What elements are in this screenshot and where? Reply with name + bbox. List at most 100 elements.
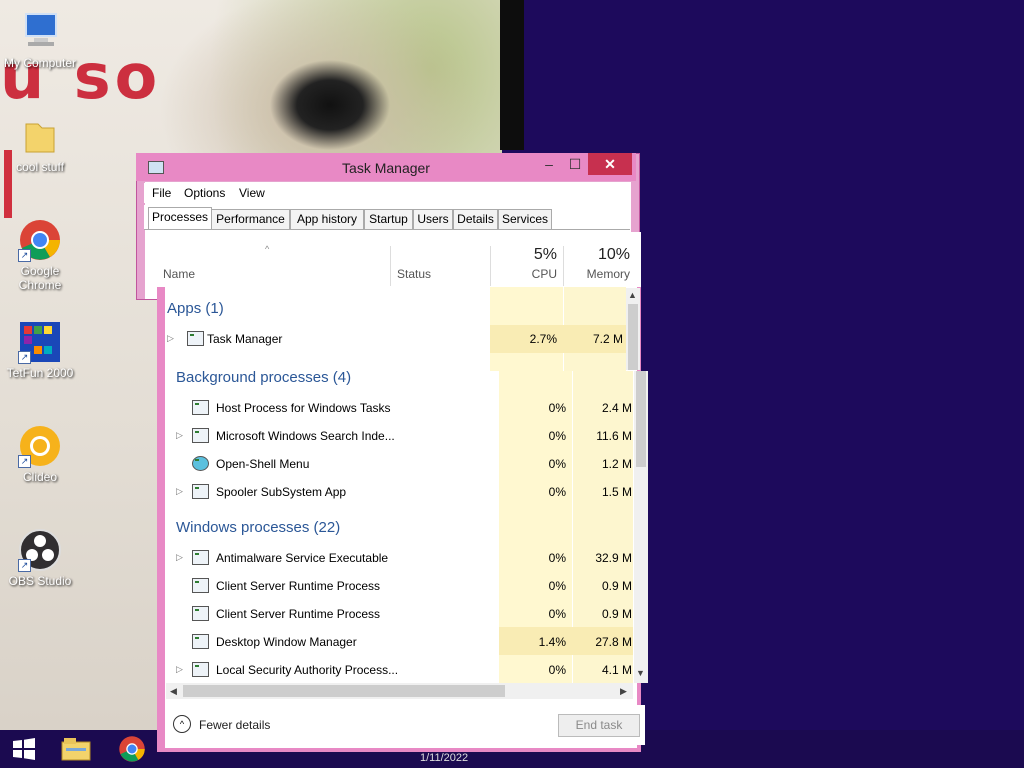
- scroll-down-icon[interactable]: ▼: [636, 668, 645, 678]
- table-row[interactable]: ▷ Spooler SubSystem App 0% 1.5 M: [176, 478, 636, 506]
- file-explorer-icon: [61, 738, 91, 761]
- table-row[interactable]: Client Server Runtime Process 0% 0.9 M: [176, 600, 636, 628]
- tab-bar: Processes Performance App history Startu…: [144, 205, 630, 230]
- process-memory: 11.6 M: [596, 429, 632, 443]
- minimize-button[interactable]: –: [536, 153, 562, 175]
- column-name[interactable]: Name: [163, 267, 195, 281]
- chrome-icon: ↗: [18, 218, 62, 262]
- host-process-icon: [192, 400, 209, 415]
- group-background-processes[interactable]: Background processes (4): [176, 369, 351, 386]
- tab-details[interactable]: Details: [453, 209, 498, 229]
- vertical-scrollbar-thumb[interactable]: [636, 371, 646, 467]
- menu-options[interactable]: Options: [184, 186, 225, 200]
- process-icon: [192, 662, 209, 677]
- shortcut-arrow-icon: ↗: [18, 559, 31, 572]
- close-button[interactable]: ✕: [588, 153, 632, 175]
- expand-arrow-icon[interactable]: ▷: [176, 486, 183, 497]
- desktop-icon-tetfun-2000[interactable]: ↗ TetFun 2000: [0, 320, 80, 380]
- taskbar-clock[interactable]: 1/11/2022: [420, 752, 468, 764]
- process-name: Client Server Runtime Process: [216, 579, 381, 593]
- desktop-icon-label: TetFun 2000: [6, 366, 74, 380]
- table-row[interactable]: ▷ Microsoft Windows Search Inde... 0% 11…: [176, 422, 636, 450]
- table-header: ^ Name Status 5% CPU 10% Memory: [157, 232, 641, 287]
- process-name: Microsoft Windows Search Inde...: [216, 429, 395, 443]
- desktop-icon-obs-studio[interactable]: ↗ OBS Studio: [0, 528, 80, 588]
- task-manager-icon: [187, 331, 204, 346]
- process-icon: [192, 634, 209, 649]
- scroll-left-icon[interactable]: ◀: [170, 686, 177, 697]
- scroll-right-icon[interactable]: ▶: [620, 686, 627, 697]
- process-memory: 0.9 M: [601, 579, 632, 593]
- process-cpu: 0%: [548, 485, 566, 499]
- table-row[interactable]: ▷ Antimalware Service Executable 0% 32.9…: [176, 544, 636, 572]
- shortcut-arrow-icon: ↗: [18, 455, 31, 468]
- column-memory[interactable]: Memory: [569, 267, 630, 281]
- chevron-up-icon[interactable]: ^: [173, 715, 191, 733]
- maximize-button[interactable]: ☐: [562, 153, 588, 175]
- expand-arrow-icon[interactable]: ▷: [167, 333, 174, 344]
- tab-users[interactable]: Users: [413, 209, 453, 229]
- expand-arrow-icon[interactable]: ▷: [176, 664, 183, 675]
- process-cpu: 0%: [548, 429, 566, 443]
- process-name: Task Manager: [207, 332, 283, 346]
- process-cpu: 0%: [548, 579, 566, 593]
- desktop-icon-google-chrome[interactable]: ↗ Google Chrome: [0, 218, 80, 292]
- sort-ascending-icon: ^: [265, 244, 270, 254]
- table-row[interactable]: ▷ Local Security Authority Process... 0%…: [176, 656, 636, 684]
- process-memory: 7.2 M: [592, 332, 623, 346]
- menu-view[interactable]: View: [239, 186, 265, 200]
- windows-logo-icon: [13, 738, 35, 760]
- desktop-icon-my-computer[interactable]: My Computer: [0, 10, 80, 70]
- table-row[interactable]: ▷ Task Manager 2.7% 7.2 M: [167, 325, 627, 353]
- desktop-icon-label: cool stuff: [16, 160, 64, 174]
- taskbar-file-explorer[interactable]: [52, 730, 100, 768]
- tab-services[interactable]: Services: [498, 209, 552, 229]
- horizontal-scrollbar-thumb[interactable]: [183, 685, 505, 697]
- group-windows-processes[interactable]: Windows processes (22): [176, 519, 340, 536]
- process-cpu: 0%: [548, 457, 566, 471]
- shortcut-arrow-icon: ↗: [18, 249, 31, 262]
- process-memory: 4.1 M: [601, 663, 632, 677]
- tab-app-history[interactable]: App history: [290, 209, 364, 229]
- process-memory: 27.8 M: [595, 635, 632, 649]
- table-row[interactable]: Client Server Runtime Process 0% 0.9 M: [176, 572, 636, 600]
- desktop-icon-clideo[interactable]: ↗ Clideo: [0, 424, 80, 484]
- menu-file[interactable]: File: [152, 186, 171, 200]
- taskbar-chrome[interactable]: [108, 730, 156, 768]
- process-memory: 1.5 M: [601, 485, 632, 499]
- memory-total: 10%: [597, 246, 630, 263]
- start-button[interactable]: [0, 730, 48, 768]
- end-task-button[interactable]: End task: [558, 714, 640, 737]
- group-apps[interactable]: Apps (1): [167, 300, 224, 317]
- cpu-total: 5%: [533, 246, 557, 263]
- desktop-icon-cool-stuff[interactable]: cool stuff: [0, 114, 80, 174]
- table-row[interactable]: Open-Shell Menu 0% 1.2 M: [176, 450, 636, 478]
- tab-processes[interactable]: Processes: [148, 207, 212, 229]
- tab-startup[interactable]: Startup: [364, 209, 413, 229]
- vertical-scrollbar-thumb[interactable]: [628, 304, 638, 370]
- menu-bar: File Options View: [144, 183, 630, 203]
- process-cpu: 0%: [548, 663, 566, 677]
- expand-arrow-icon[interactable]: ▷: [176, 552, 183, 563]
- column-status[interactable]: Status: [397, 267, 431, 281]
- scroll-up-icon[interactable]: ▲: [628, 290, 637, 300]
- process-name: Desktop Window Manager: [216, 635, 357, 649]
- table-row[interactable]: Desktop Window Manager 1.4% 27.8 M: [176, 628, 636, 656]
- process-cpu: 2.7%: [529, 332, 557, 346]
- tab-performance[interactable]: Performance: [211, 209, 290, 229]
- search-indexer-icon: [192, 428, 209, 443]
- expand-arrow-icon[interactable]: ▷: [176, 430, 183, 441]
- table-row[interactable]: Host Process for Windows Tasks 0% 2.4 M: [176, 394, 636, 422]
- column-cpu[interactable]: CPU: [497, 267, 557, 281]
- process-icon: [192, 606, 209, 621]
- fewer-details-link[interactable]: Fewer details: [199, 718, 270, 732]
- process-name: Local Security Authority Process...: [216, 663, 399, 677]
- process-memory: 0.9 M: [601, 607, 632, 621]
- process-icon: [192, 578, 209, 593]
- process-name: Host Process for Windows Tasks: [216, 401, 391, 415]
- title-bar[interactable]: Task Manager – ☐ ✕: [136, 153, 636, 181]
- printer-icon: [192, 484, 209, 499]
- process-cpu: 0%: [548, 551, 566, 565]
- computer-icon: [18, 10, 62, 54]
- process-cpu: 1.4%: [538, 635, 566, 649]
